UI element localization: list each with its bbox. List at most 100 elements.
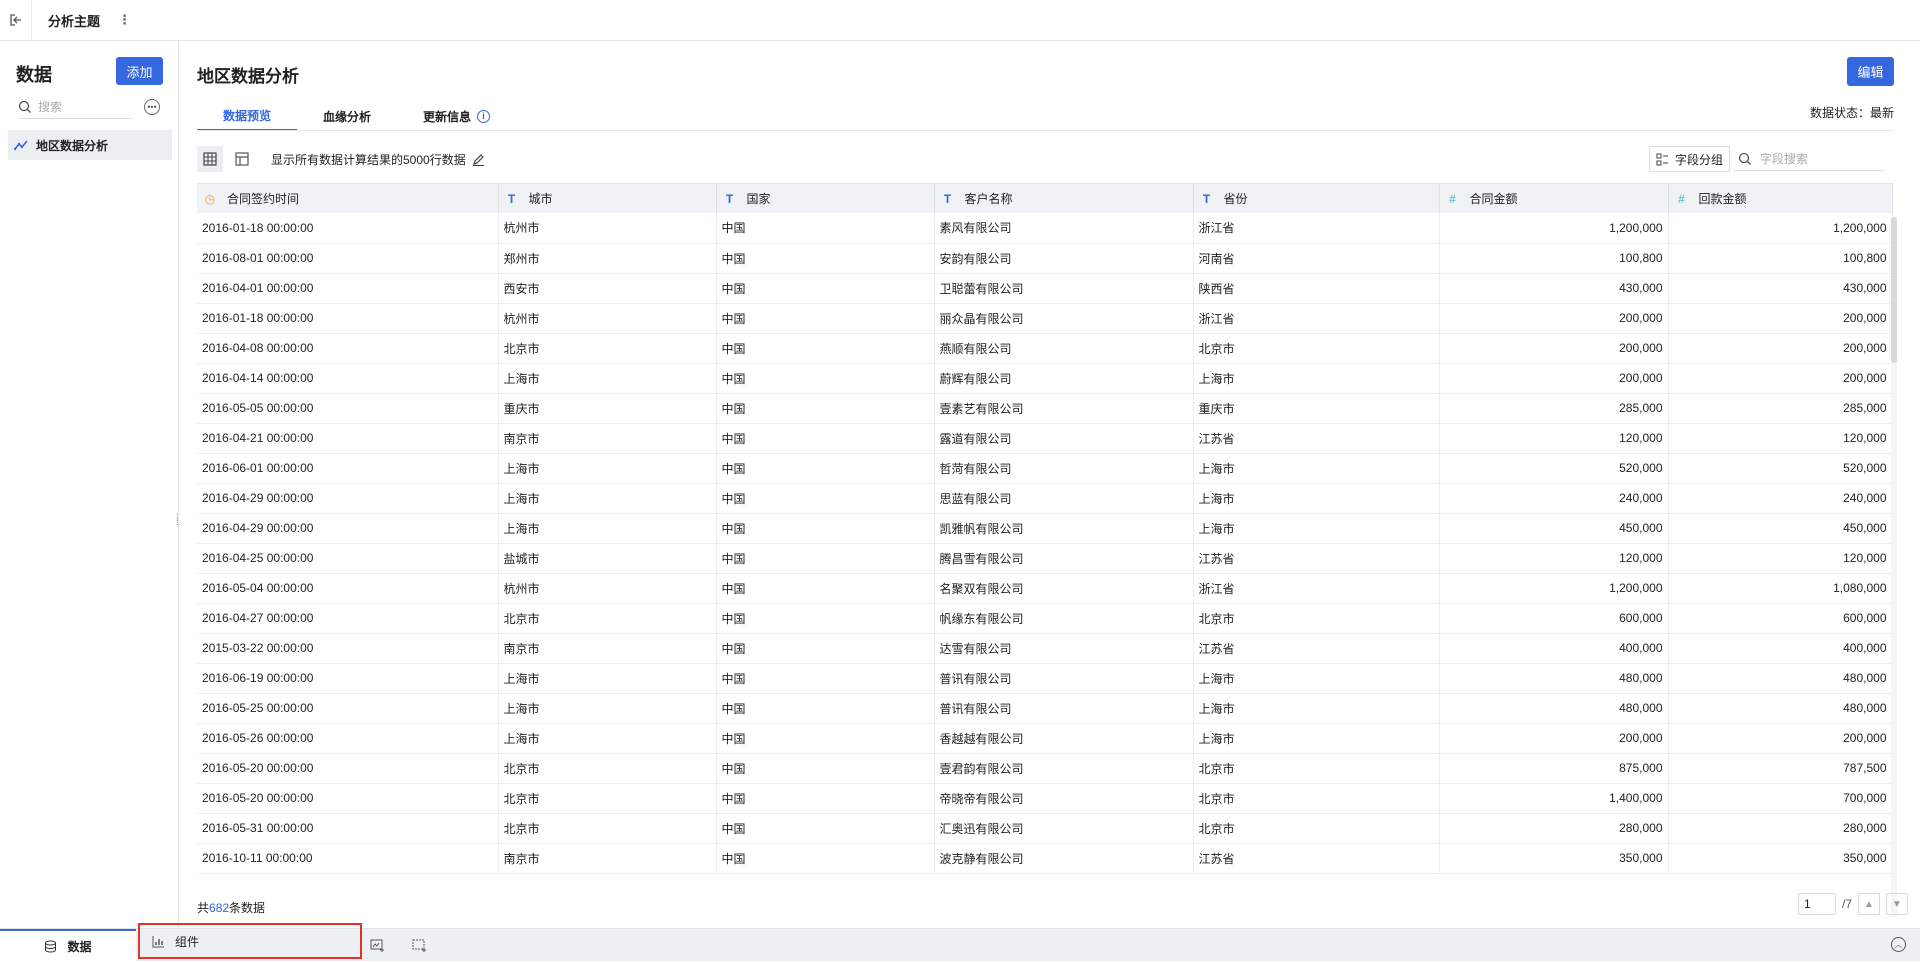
table-cell[interactable]: 上海市 <box>498 453 717 484</box>
table-cell[interactable]: 875,000 <box>1439 753 1669 784</box>
table-cell[interactable]: 2016-05-20 00:00:00 <box>197 753 499 784</box>
table-cell[interactable]: 思蓝有限公司 <box>934 483 1194 514</box>
table-cell[interactable]: 中国 <box>716 603 935 634</box>
table-cell[interactable]: 400,000 <box>1668 633 1893 664</box>
table-cell[interactable]: 1,080,000 <box>1668 573 1893 604</box>
table-cell[interactable]: 2016-10-11 00:00:00 <box>197 843 499 874</box>
table-cell[interactable]: 2016-04-21 00:00:00 <box>197 423 499 454</box>
grid-view-icon[interactable] <box>197 146 223 172</box>
table-cell[interactable]: 中国 <box>716 543 935 574</box>
table-cell[interactable]: 香越越有限公司 <box>934 723 1194 754</box>
table-cell[interactable]: 浙江省 <box>1193 573 1440 604</box>
table-cell[interactable]: 露道有限公司 <box>934 423 1194 454</box>
column-header[interactable]: # 回款金额 <box>1668 184 1893 213</box>
table-cell[interactable]: 1,200,000 <box>1439 573 1669 604</box>
table-cell[interactable]: 200,000 <box>1439 303 1669 334</box>
table-cell[interactable]: 上海市 <box>1193 363 1440 394</box>
column-header[interactable]: T 客户名称 <box>934 184 1194 213</box>
table-cell[interactable]: 2016-01-18 00:00:00 <box>197 213 499 244</box>
add-story-icon[interactable] <box>410 937 428 953</box>
table-cell[interactable]: 2016-04-01 00:00:00 <box>197 273 499 304</box>
collapse-icon[interactable]: ︿ <box>1891 937 1906 952</box>
table-cell[interactable]: 中国 <box>716 423 935 454</box>
table-cell[interactable]: 2016-04-29 00:00:00 <box>197 483 499 514</box>
edit-pencil-icon[interactable] <box>472 153 485 166</box>
table-cell[interactable]: 中国 <box>716 633 935 664</box>
table-cell[interactable]: 郑州市 <box>498 243 717 274</box>
table-cell[interactable]: 600,000 <box>1439 603 1669 634</box>
table-cell[interactable]: 盐城市 <box>498 543 717 574</box>
table-cell[interactable]: 2016-06-19 00:00:00 <box>197 663 499 694</box>
table-cell[interactable]: 1,200,000 <box>1439 213 1669 244</box>
table-cell[interactable]: 120,000 <box>1668 423 1893 454</box>
table-cell[interactable]: 河南省 <box>1193 243 1440 274</box>
table-cell[interactable]: 北京市 <box>498 753 717 784</box>
table-cell[interactable]: 450,000 <box>1668 513 1893 544</box>
table-cell[interactable]: 哲菏有限公司 <box>934 453 1194 484</box>
scrollbar-thumb[interactable] <box>1891 217 1897 363</box>
table-cell[interactable]: 1,400,000 <box>1439 783 1669 814</box>
table-cell[interactable]: 江苏省 <box>1193 633 1440 664</box>
table-cell[interactable]: 北京市 <box>498 813 717 844</box>
table-cell[interactable]: 中国 <box>716 573 935 604</box>
table-cell[interactable]: 2016-05-05 00:00:00 <box>197 393 499 424</box>
table-cell[interactable]: 中国 <box>716 213 935 244</box>
vertical-scrollbar[interactable] <box>1891 217 1897 917</box>
table-cell[interactable]: 安韵有限公司 <box>934 243 1194 274</box>
table-cell[interactable]: 达雪有限公司 <box>934 633 1194 664</box>
info-icon[interactable]: i <box>477 109 491 123</box>
table-cell[interactable]: 上海市 <box>1193 453 1440 484</box>
table-cell[interactable]: 2016-04-27 00:00:00 <box>197 603 499 634</box>
table-cell[interactable]: 江苏省 <box>1193 843 1440 874</box>
table-cell[interactable]: 北京市 <box>1193 783 1440 814</box>
page-input[interactable]: 1 <box>1797 893 1836 915</box>
table-cell[interactable]: 南京市 <box>498 843 717 874</box>
table-cell[interactable]: 上海市 <box>1193 483 1440 514</box>
bottom-tab-component[interactable]: 组件 <box>138 923 362 959</box>
table-cell[interactable]: 江苏省 <box>1193 543 1440 574</box>
table-cell[interactable]: 480,000 <box>1668 693 1893 724</box>
table-cell[interactable]: 285,000 <box>1439 393 1669 424</box>
table-cell[interactable]: 200,000 <box>1439 363 1669 394</box>
table-cell[interactable]: 520,000 <box>1668 453 1893 484</box>
table-cell[interactable]: 600,000 <box>1668 603 1893 634</box>
table-cell[interactable]: 蔚辉有限公司 <box>934 363 1194 394</box>
table-cell[interactable]: 200,000 <box>1439 723 1669 754</box>
table-cell[interactable]: 200,000 <box>1439 333 1669 364</box>
analysis-topic-tab[interactable]: 分析主题 ⋮ <box>32 0 141 41</box>
table-cell[interactable]: 西安市 <box>498 273 717 304</box>
table-cell[interactable]: 重庆市 <box>1193 393 1440 424</box>
table-cell[interactable]: 南京市 <box>498 633 717 664</box>
table-cell[interactable]: 普讯有限公司 <box>934 663 1194 694</box>
table-cell[interactable]: 陕西省 <box>1193 273 1440 304</box>
table-cell[interactable]: 重庆市 <box>498 393 717 424</box>
column-header[interactable]: T 城市 <box>498 184 717 213</box>
tab-lineage-analysis[interactable]: 血缘分析 <box>297 101 397 131</box>
table-cell[interactable]: 120,000 <box>1668 543 1893 574</box>
table-cell[interactable]: 中国 <box>716 303 935 334</box>
table-cell[interactable]: 杭州市 <box>498 303 717 334</box>
table-cell[interactable]: 丽众晶有限公司 <box>934 303 1194 334</box>
field-search-input[interactable]: 字段搜索 <box>1734 147 1884 171</box>
table-cell[interactable]: 上海市 <box>1193 663 1440 694</box>
table-cell[interactable]: 200,000 <box>1668 303 1893 334</box>
table-cell[interactable]: 中国 <box>716 723 935 754</box>
table-cell[interactable]: 200,000 <box>1668 333 1893 364</box>
more-options-icon[interactable]: ⋮ <box>118 12 131 28</box>
layout-view-icon[interactable] <box>229 146 255 172</box>
column-header[interactable]: T 省份 <box>1193 184 1440 213</box>
table-cell[interactable]: 2016-05-31 00:00:00 <box>197 813 499 844</box>
table-cell[interactable]: 2016-05-25 00:00:00 <box>197 693 499 724</box>
column-header[interactable]: T 国家 <box>716 184 935 213</box>
table-cell[interactable]: 杭州市 <box>498 573 717 604</box>
table-cell[interactable]: 350,000 <box>1439 843 1669 874</box>
table-cell[interactable]: 南京市 <box>498 423 717 454</box>
table-cell[interactable]: 素风有限公司 <box>934 213 1194 244</box>
table-cell[interactable]: 北京市 <box>1193 813 1440 844</box>
table-cell[interactable]: 浙江省 <box>1193 303 1440 334</box>
table-cell[interactable]: 腾昌雪有限公司 <box>934 543 1194 574</box>
table-cell[interactable]: 787,500 <box>1668 753 1893 784</box>
table-cell[interactable]: 450,000 <box>1439 513 1669 544</box>
tab-data-preview[interactable]: 数据预览 <box>197 101 298 131</box>
table-cell[interactable]: 普讯有限公司 <box>934 693 1194 724</box>
